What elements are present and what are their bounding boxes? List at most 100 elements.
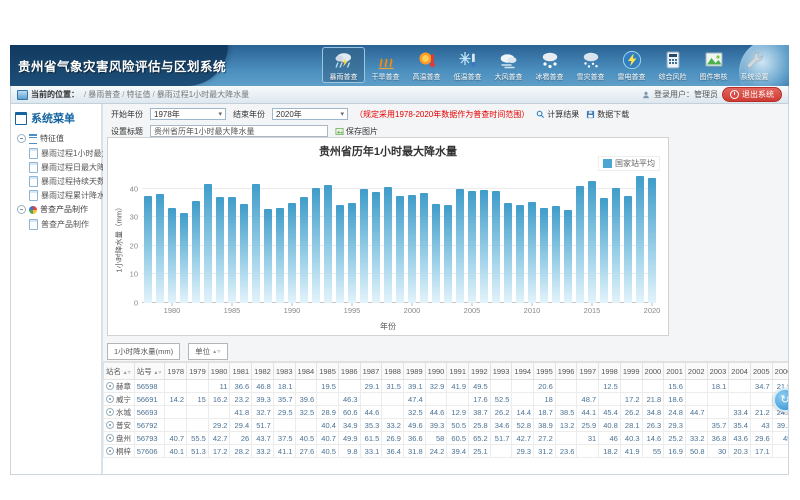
tree-item-暴雨过程累计降水量[interactable]: 暴雨过程累计降水量 (11, 188, 101, 202)
bar-1989[interactable] (276, 208, 284, 303)
bar-1997[interactable] (372, 192, 380, 303)
col-year-1988[interactable]: 1988 (382, 363, 404, 380)
tree-item-暴雨过程1小时最大降水量[interactable]: 暴雨过程1小时最大降水量 (11, 146, 101, 160)
col-year-1985[interactable]: 1985 (317, 363, 339, 380)
tree-item-普查产品制作[interactable]: 普查产品制作 (11, 217, 101, 231)
row-expander-icon[interactable] (106, 395, 114, 403)
download-button[interactable]: 数据下载 (586, 109, 629, 120)
toolbar-item-low-temp[interactable]: 低温普查 (447, 47, 488, 83)
expander-icon[interactable] (17, 134, 26, 143)
col-station-name[interactable]: 站名 ▴▿ (104, 363, 135, 380)
breadcrumb-item[interactable]: 暴雨过程1小时最大降水量 (157, 90, 249, 99)
bar-1981[interactable] (180, 213, 188, 303)
end-year-select[interactable]: 2020年 ▾ (272, 108, 348, 120)
bar-1982[interactable] (192, 201, 200, 303)
col-year-2003[interactable]: 2003 (707, 363, 729, 380)
bar-1996[interactable] (360, 189, 368, 303)
col-year-1999[interactable]: 1999 (620, 363, 642, 380)
bar-2003[interactable] (444, 205, 452, 303)
col-year-1979[interactable]: 1979 (187, 363, 209, 380)
breadcrumb-item[interactable]: 特征值 (126, 90, 150, 99)
toolbar-item-map-review[interactable]: 图件审核 (693, 47, 734, 83)
tree-group-特征值[interactable]: 特征值 (11, 131, 101, 146)
bar-2008[interactable] (504, 203, 512, 303)
col-year-1996[interactable]: 1996 (555, 363, 577, 380)
bar-2002[interactable] (432, 204, 440, 303)
bar-1984[interactable] (216, 197, 224, 303)
row-expander-icon[interactable] (106, 447, 114, 455)
toolbar-item-snow[interactable]: 雪灾普查 (570, 47, 611, 83)
start-year-select[interactable]: 1978年 ▾ (150, 108, 226, 120)
col-year-2005[interactable]: 2005 (750, 363, 772, 380)
bar-2014[interactable] (576, 186, 584, 303)
col-year-1992[interactable]: 1992 (469, 363, 491, 380)
bar-2009[interactable] (516, 205, 524, 303)
bar-1979[interactable] (156, 194, 164, 303)
toolbar-item-drought[interactable]: 干旱普查 (365, 47, 406, 83)
bar-1999[interactable] (396, 196, 404, 303)
bar-1994[interactable] (336, 205, 344, 303)
col-year-1983[interactable]: 1983 (273, 363, 295, 380)
toolbar-item-composite-risk[interactable]: 综合风险 (652, 47, 693, 83)
bar-2005[interactable] (468, 191, 476, 303)
bar-2000[interactable] (408, 195, 416, 303)
bar-2015[interactable] (588, 181, 596, 303)
tree-item-暴雨过程日最大降水量[interactable]: 暴雨过程日最大降水量 (11, 160, 101, 174)
bar-2012[interactable] (552, 206, 560, 303)
col-year-1993[interactable]: 1993 (490, 363, 512, 380)
bar-1983[interactable] (204, 184, 212, 303)
bar-1985[interactable] (228, 197, 236, 303)
bar-2001[interactable] (420, 193, 428, 303)
col-year-1990[interactable]: 1990 (425, 363, 447, 380)
col-year-1991[interactable]: 1991 (447, 363, 469, 380)
toolbar-item-rainstorm[interactable]: 暴雨普查 (322, 47, 365, 83)
toolbar-item-settings[interactable]: 系统设置 (734, 47, 775, 83)
bar-1980[interactable] (168, 208, 176, 303)
bar-1992[interactable] (312, 188, 320, 303)
col-year-2000[interactable]: 2000 (642, 363, 664, 380)
bar-2007[interactable] (492, 191, 500, 303)
calculate-button[interactable]: 计算结果 (536, 109, 579, 120)
toolbar-item-lightning[interactable]: 雷电普查 (611, 47, 652, 83)
bar-1986[interactable] (240, 204, 248, 303)
col-year-1989[interactable]: 1989 (403, 363, 425, 380)
tree-item-暴雨过程持续天数[interactable]: 暴雨过程持续天数 (11, 174, 101, 188)
save-image-button[interactable]: 保存图片 (335, 126, 378, 137)
bar-2020[interactable] (648, 178, 656, 303)
bar-1990[interactable] (288, 203, 296, 303)
bar-2016[interactable] (600, 198, 608, 303)
col-year-1978[interactable]: 1978 (165, 363, 187, 380)
col-year-1984[interactable]: 1984 (295, 363, 317, 380)
col-year-1986[interactable]: 1986 (338, 363, 360, 380)
bar-2017[interactable] (612, 188, 620, 303)
bar-2006[interactable] (480, 190, 488, 303)
col-year-2006[interactable]: 2006 (772, 363, 788, 380)
logout-button[interactable]: 退出系统 (722, 87, 782, 102)
bar-2013[interactable] (564, 210, 572, 303)
tree-group-普查产品制作[interactable]: 普查产品制作 (11, 202, 101, 217)
col-year-1995[interactable]: 1995 (534, 363, 556, 380)
bar-2010[interactable] (528, 202, 536, 303)
col-year-1981[interactable]: 1981 (230, 363, 252, 380)
bar-1998[interactable] (384, 187, 392, 303)
chart-title-input[interactable] (150, 125, 328, 137)
bar-1988[interactable] (264, 209, 272, 303)
col-year-1994[interactable]: 1994 (512, 363, 534, 380)
bar-2011[interactable] (540, 208, 548, 303)
bar-1978[interactable] (144, 196, 152, 303)
col-station-id[interactable]: 站号 ▴▿ (134, 363, 165, 380)
row-expander-icon[interactable] (106, 434, 114, 442)
row-expander-icon[interactable] (106, 382, 114, 390)
col-year-1998[interactable]: 1998 (599, 363, 621, 380)
row-expander-icon[interactable] (106, 421, 114, 429)
value-type-box[interactable]: 1小时降水量(mm) (107, 343, 180, 360)
bar-1987[interactable] (252, 184, 260, 303)
bar-2019[interactable] (636, 176, 644, 303)
bar-1995[interactable] (348, 203, 356, 303)
toolbar-item-hail[interactable]: 冰雹普查 (529, 47, 570, 83)
bar-2004[interactable] (456, 189, 464, 303)
col-year-1980[interactable]: 1980 (208, 363, 230, 380)
bar-2018[interactable] (624, 196, 632, 303)
bar-1991[interactable] (300, 197, 308, 303)
sort-icons[interactable]: ▴▿ (152, 370, 163, 376)
